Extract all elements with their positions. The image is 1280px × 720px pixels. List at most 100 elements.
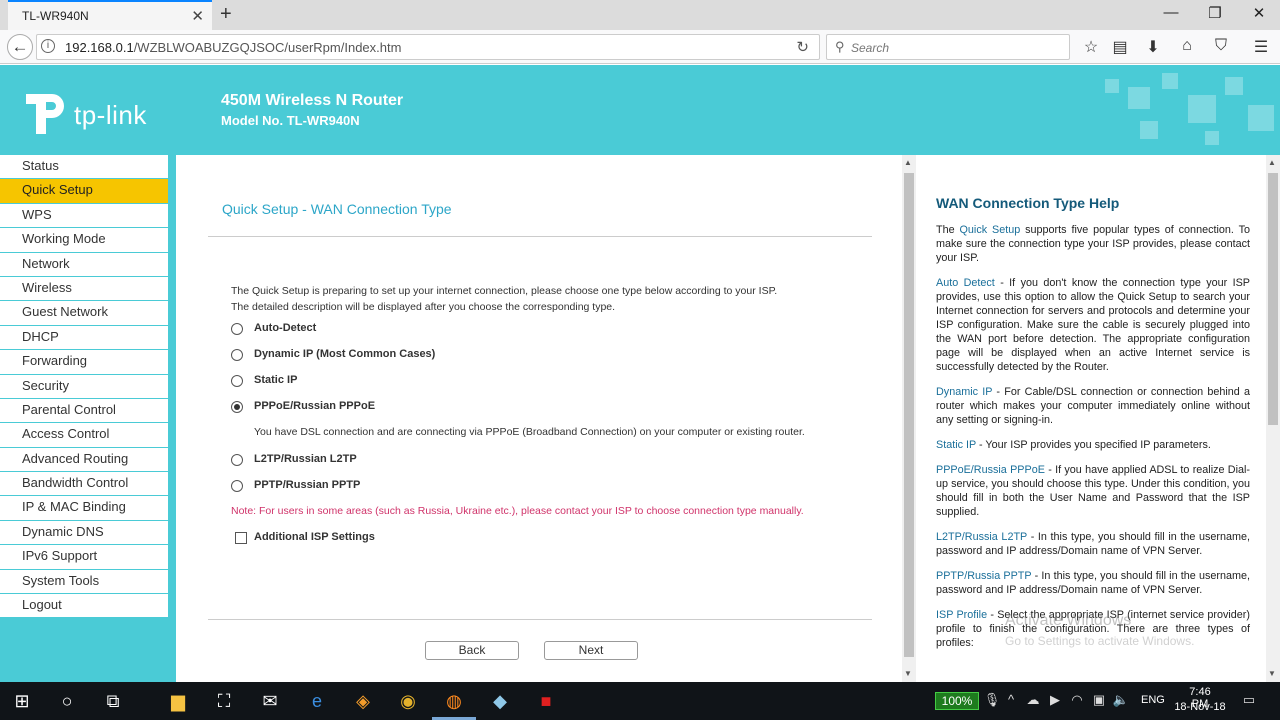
sidebar-item-quick-setup[interactable]: Quick Setup xyxy=(0,179,168,204)
mail-icon[interactable]: ✉ xyxy=(258,690,282,712)
download-icon[interactable]: ⬇ xyxy=(1142,37,1164,57)
app-icon[interactable]: ◈ xyxy=(351,690,375,712)
app-icon[interactable]: ◆ xyxy=(488,690,512,712)
sidebar-item-ipv6-support[interactable]: IPv6 Support xyxy=(0,545,168,570)
reader-list-icon[interactable]: ▤ xyxy=(1109,37,1131,57)
sidebar-item-guest-network[interactable]: Guest Network xyxy=(0,301,168,326)
volume-icon[interactable]: 🔈 xyxy=(1112,692,1130,708)
header-decoration xyxy=(1162,73,1178,89)
scroll-up-icon[interactable]: ▲ xyxy=(1268,158,1276,167)
router-model: Model No. TL-WR940N xyxy=(221,113,360,128)
sidebar-item-bandwidth-control[interactable]: Bandwidth Control xyxy=(0,472,168,497)
chevron-up-icon[interactable]: ^ xyxy=(1002,692,1020,707)
scroll-thumb[interactable] xyxy=(904,173,914,657)
activate-windows-watermark: Activate Windows xyxy=(1005,612,1132,629)
file-explorer-icon[interactable]: ▆ xyxy=(166,690,190,712)
pocket-icon[interactable]: ⛉ xyxy=(1210,37,1232,55)
back-arrow-icon[interactable]: ← xyxy=(7,34,33,60)
option-label: L2TP/Russian L2TP xyxy=(254,453,357,465)
app-icon[interactable]: ■ xyxy=(534,690,558,712)
radio-auto-detect[interactable] xyxy=(231,323,243,335)
sidebar-item-wireless[interactable]: Wireless xyxy=(0,276,168,302)
help-scrollbar[interactable]: ▲ ▼ xyxy=(1266,155,1280,682)
sidebar-item-logout[interactable]: Logout xyxy=(0,594,168,619)
minimize-icon[interactable]: — xyxy=(1156,4,1186,21)
search-icon: ⚲ xyxy=(835,39,845,54)
search-bar[interactable]: ⚲ Search xyxy=(826,34,1070,60)
header-decoration xyxy=(1188,95,1216,123)
sidebar-item-working-mode[interactable]: Working Mode xyxy=(0,228,168,253)
help-highlight: PPPoE/Russia PPPoE xyxy=(936,464,1045,476)
task-view-icon[interactable]: ⧉ xyxy=(101,690,125,712)
menu-icon[interactable]: ☰ xyxy=(1250,37,1272,57)
sidebar-item-system-tools[interactable]: System Tools xyxy=(0,569,168,595)
sidebar-item-dynamic-dns[interactable]: Dynamic DNS xyxy=(0,520,168,546)
radio-static-ip[interactable] xyxy=(231,375,243,387)
radio-pptp[interactable] xyxy=(231,480,243,492)
wifi-icon[interactable]: ◠ xyxy=(1068,692,1086,708)
help-paragraph: PPTP/Russia PPTP - In this type, you sho… xyxy=(936,569,1250,597)
new-tab-icon[interactable]: + xyxy=(220,3,232,26)
restore-icon[interactable]: ❐ xyxy=(1200,4,1230,22)
play-icon[interactable]: ▶ xyxy=(1046,692,1064,708)
sidebar-item-network[interactable]: Network xyxy=(0,252,168,277)
browser-tab-bar: TL-WR940N ✕ + — ❐ ✕ xyxy=(0,0,1280,30)
microphone-icon[interactable]: 🎙 xyxy=(983,692,1001,708)
router-header: tp-link 450M Wireless N Router Model No.… xyxy=(0,65,1280,155)
clock-date[interactable]: 18-Nov-18 xyxy=(1170,701,1230,713)
next-button[interactable]: Next xyxy=(544,641,638,660)
intro-line-1: The Quick Setup is preparing to set up y… xyxy=(231,285,778,297)
browser-tab[interactable]: TL-WR940N ✕ xyxy=(8,0,212,30)
help-highlight: Auto Detect xyxy=(936,277,995,289)
sidebar-item-access-control[interactable]: Access Control xyxy=(0,423,168,448)
note-text: Note: For users in some areas (such as R… xyxy=(231,505,804,517)
sidebar-item-parental-control[interactable]: Parental Control xyxy=(0,398,168,424)
cortana-search-icon[interactable]: ○ xyxy=(55,690,79,712)
language-indicator[interactable]: ENG xyxy=(1141,694,1165,706)
sidebar: Status Quick Setup WPS Working Mode Netw… xyxy=(0,155,176,682)
close-tab-icon[interactable]: ✕ xyxy=(191,7,204,25)
notifications-icon[interactable]: ▭ xyxy=(1240,692,1258,708)
scroll-thumb[interactable] xyxy=(1268,173,1278,425)
firefox-icon[interactable]: ◍ xyxy=(442,690,466,712)
url-bar[interactable]: i 192.168.0.1/WZBLWOABUZGQJSOC/userRpm/I… xyxy=(36,34,820,60)
tray-app-icon[interactable]: ▣ xyxy=(1090,692,1108,708)
help-highlight: PPTP/Russia PPTP xyxy=(936,570,1032,582)
radio-pppoe[interactable] xyxy=(231,401,243,413)
cloud-icon[interactable]: ☁ xyxy=(1024,692,1042,708)
radio-dynamic-ip[interactable] xyxy=(231,349,243,361)
sidebar-item-ip-mac-binding[interactable]: IP & MAC Binding xyxy=(0,496,168,521)
sidebar-item-advanced-routing[interactable]: Advanced Routing xyxy=(0,447,168,473)
help-text: - If you don't know the connection type … xyxy=(936,277,1251,373)
help-paragraph: L2TP/Russia L2TP - In this type, you sho… xyxy=(936,530,1250,558)
divider xyxy=(208,236,872,237)
sidebar-item-security[interactable]: Security xyxy=(0,374,168,399)
scroll-up-icon[interactable]: ▲ xyxy=(904,158,912,167)
additional-isp-checkbox[interactable] xyxy=(235,532,247,544)
help-paragraph: The Quick Setup supports five popular ty… xyxy=(936,223,1250,265)
chrome-icon[interactable]: ◉ xyxy=(396,690,420,712)
edge-icon[interactable]: e xyxy=(305,690,329,712)
help-highlight: Quick Setup xyxy=(959,224,1021,236)
scroll-down-icon[interactable]: ▼ xyxy=(1268,669,1276,678)
reload-icon[interactable]: ↻ xyxy=(796,38,809,56)
sidebar-item-wps[interactable]: WPS xyxy=(0,203,168,229)
sidebar-item-status[interactable]: Status xyxy=(0,155,168,180)
main-scrollbar[interactable]: ▲ ▼ xyxy=(902,155,916,682)
help-paragraph: Static IP - Your ISP provides you specif… xyxy=(936,438,1250,452)
help-highlight: Static IP xyxy=(936,439,977,451)
scroll-down-icon[interactable]: ▼ xyxy=(904,669,912,678)
help-body: The Quick Setup supports five popular ty… xyxy=(936,223,1250,661)
close-window-icon[interactable]: ✕ xyxy=(1244,4,1274,22)
windows-start-icon[interactable]: ⊞ xyxy=(10,690,34,712)
help-highlight: L2TP/Russia L2TP xyxy=(936,531,1028,543)
battery-indicator[interactable]: 100% xyxy=(935,692,979,710)
home-icon[interactable]: ⌂ xyxy=(1176,37,1198,55)
sidebar-item-dhcp[interactable]: DHCP xyxy=(0,325,168,351)
store-icon[interactable]: ⛶ xyxy=(212,690,236,712)
radio-l2tp[interactable] xyxy=(231,454,243,466)
sidebar-item-forwarding[interactable]: Forwarding xyxy=(0,350,168,375)
back-button[interactable]: Back xyxy=(425,641,519,660)
bookmark-star-icon[interactable]: ☆ xyxy=(1080,37,1102,57)
info-icon[interactable]: i xyxy=(41,39,55,53)
